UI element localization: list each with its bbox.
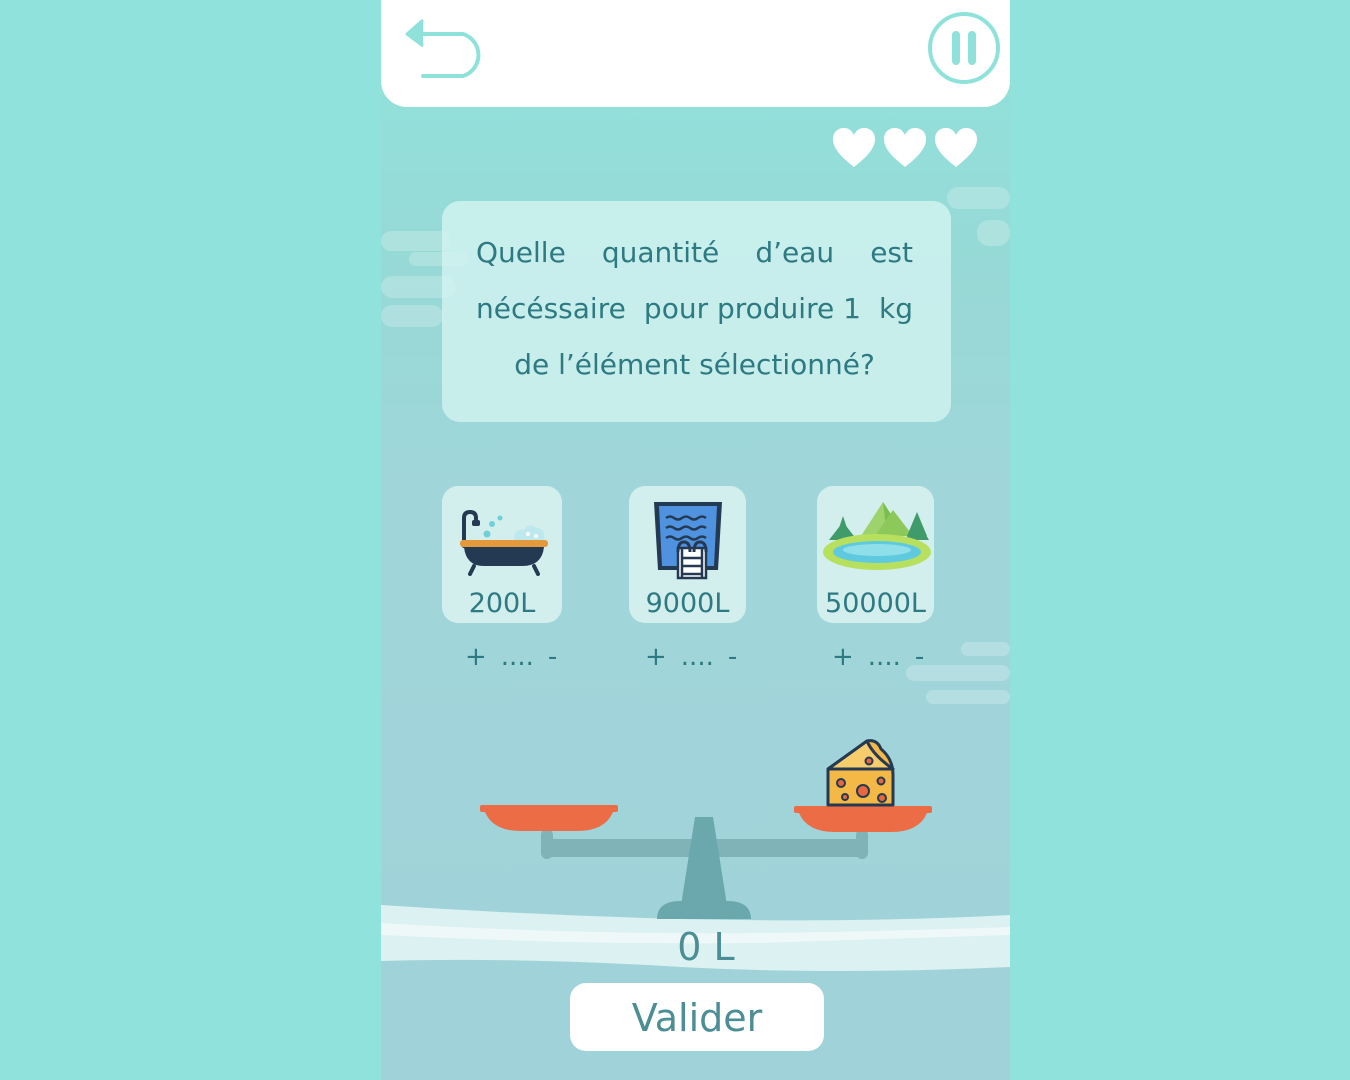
quantity-stepper: + .... -: [645, 642, 737, 672]
question-word: Quelle: [476, 236, 566, 269]
question-word: nécéssaire: [476, 292, 626, 325]
quantity-count: ....: [680, 642, 714, 672]
balance-scale-icon: [480, 739, 932, 919]
validate-button[interactable]: Valider: [570, 983, 824, 1051]
game-screen: Quelle quantité d’eau est nécéssaire pou…: [381, 0, 1010, 1080]
question-word: de l’élément sélectionné?: [514, 348, 875, 381]
back-button[interactable]: [403, 14, 505, 82]
question-line: Quelle quantité d’eau est: [476, 225, 913, 281]
option-pool[interactable]: 9000L: [629, 486, 746, 623]
question-word: pour produire 1: [643, 292, 861, 325]
heart-icon: [833, 128, 875, 167]
question-word: kg: [879, 292, 913, 325]
option-bathtub[interactable]: 200L: [442, 486, 562, 623]
lives-indicator: [832, 127, 984, 171]
decrement-button[interactable]: -: [915, 642, 924, 672]
option-lake[interactable]: 50000L: [817, 486, 934, 623]
heart-icon: [884, 128, 926, 167]
pause-button[interactable]: [927, 11, 1001, 85]
total-quantity: 0 L: [677, 925, 735, 969]
lake-icon: [822, 502, 931, 570]
question-line: de l’élément sélectionné?: [476, 337, 913, 393]
quantity-count: ....: [500, 642, 534, 672]
quantity-count: ....: [867, 642, 901, 672]
question-word: quantité: [601, 236, 720, 269]
quantity-stepper: + .... -: [465, 642, 557, 672]
question-line: nécéssaire pour produire 1 kg: [476, 281, 913, 337]
app-background: Quelle quantité d’eau est nécéssaire pou…: [0, 0, 1350, 1080]
option-value: 200L: [468, 588, 536, 619]
back-arrow-icon: [405, 18, 481, 78]
question-word: est: [870, 236, 913, 269]
cloud-decoration: [947, 187, 1010, 209]
cloud-decoration: [381, 305, 443, 327]
pause-icon: [928, 12, 1000, 84]
cloud-decoration: [926, 690, 1010, 704]
swimming-pool-icon: [653, 502, 722, 580]
heart-icon: [935, 128, 977, 167]
decrement-button[interactable]: -: [548, 642, 557, 672]
question-word: d’eau: [755, 236, 835, 269]
decrement-button[interactable]: -: [728, 642, 737, 672]
top-bar: [381, 0, 1010, 107]
cloud-decoration: [961, 642, 1010, 656]
cheese-icon: [826, 739, 895, 807]
increment-button[interactable]: +: [465, 642, 487, 672]
question-card: Quelle quantité d’eau est nécéssaire pou…: [442, 201, 951, 422]
option-value: 9000L: [645, 588, 730, 619]
cloud-decoration: [381, 231, 451, 251]
increment-button[interactable]: +: [832, 642, 854, 672]
cloud-decoration: [977, 220, 1010, 246]
option-value: 50000L: [825, 588, 926, 619]
bathtub-icon: [460, 509, 548, 576]
increment-button[interactable]: +: [645, 642, 667, 672]
quantity-stepper: + .... -: [832, 642, 924, 672]
